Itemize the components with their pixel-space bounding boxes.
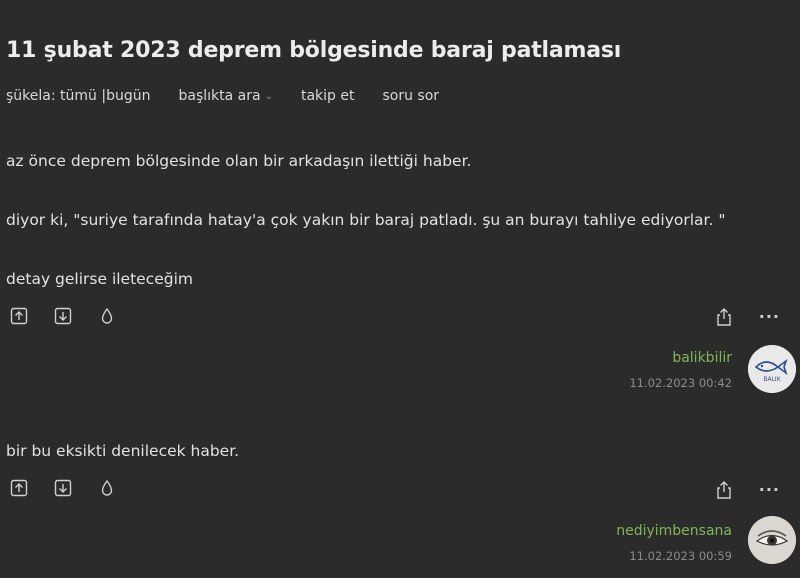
author-link[interactable]: balikbilir: [629, 350, 732, 366]
entry-date-link[interactable]: 11.02.2023 00:42: [629, 376, 732, 390]
chevron-down-icon: ⌄: [264, 90, 273, 102]
search-in-title-label: başlıkta ara: [178, 88, 261, 104]
entry-text: az önce deprem bölgesinde olan bir arkad…: [6, 152, 472, 170]
entry-vote-actions: [10, 479, 116, 497]
favorite-drop-icon[interactable]: [98, 307, 116, 325]
entry-text: bir bu eksikti denilecek haber.: [6, 442, 240, 460]
author-avatar[interactable]: [748, 516, 796, 564]
svg-text:BALIK: BALIK: [763, 376, 781, 383]
entry-date-link[interactable]: 11.02.2023 00:59: [616, 549, 732, 563]
search-in-title-dropdown[interactable]: başlıkta ara ⌄: [178, 88, 272, 104]
sukela-label: şükela:: [6, 88, 56, 104]
author-avatar[interactable]: BALIK: [748, 345, 796, 393]
sukela-filter: şükela: tümü |bugün: [6, 88, 150, 104]
entry-share-actions: ···: [715, 307, 780, 326]
sukela-all-link[interactable]: tümü: [60, 88, 97, 104]
follow-link[interactable]: takip et: [301, 88, 355, 104]
downvote-icon[interactable]: [54, 307, 72, 325]
topic-title[interactable]: 11 şubat 2023 deprem bölgesinde baraj pa…: [6, 38, 621, 63]
sukela-today-link[interactable]: bugün: [106, 88, 150, 104]
downvote-icon[interactable]: [54, 479, 72, 497]
eye-avatar-icon: [748, 516, 796, 564]
share-icon[interactable]: [715, 307, 733, 326]
author-link[interactable]: nediyimbensana: [616, 523, 732, 539]
entry-vote-actions: [10, 307, 116, 325]
entry-footer: nediyimbensana 11.02.2023 00:59: [616, 523, 732, 563]
topic-subnav: şükela: tümü |bugün başlıkta ara ⌄ takip…: [6, 88, 439, 104]
more-options-icon[interactable]: ···: [759, 480, 780, 499]
share-icon[interactable]: [715, 480, 733, 499]
entry-share-actions: ···: [715, 480, 780, 499]
upvote-icon[interactable]: [10, 307, 28, 325]
favorite-drop-icon[interactable]: [98, 479, 116, 497]
more-options-icon[interactable]: ···: [759, 307, 780, 326]
ask-question-link[interactable]: soru sor: [382, 88, 439, 104]
entry-footer: balikbilir 11.02.2023 00:42: [629, 350, 732, 390]
upvote-icon[interactable]: [10, 479, 28, 497]
entry-text: detay gelirse ileteceğim: [6, 270, 194, 288]
entry-text: diyor ki, "suriye tarafında hatay'a çok …: [6, 211, 726, 229]
fish-logo-icon: BALIK: [748, 345, 796, 393]
